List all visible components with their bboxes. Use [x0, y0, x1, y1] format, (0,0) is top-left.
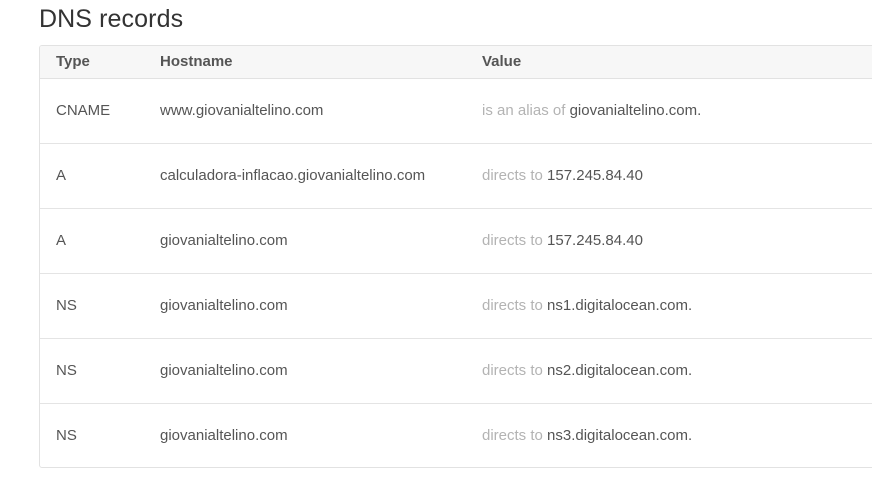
section-title: DNS records [39, 5, 184, 33]
record-value-prefix: directs to [482, 362, 543, 379]
record-value-target: giovanialtelino.com. [569, 102, 702, 119]
record-type: CNAME [56, 102, 111, 119]
dns-records-page: DNS records Type Hostname Value CNAME ww… [0, 0, 872, 491]
record-value-prefix: is an alias of [482, 102, 566, 119]
record-type: NS [56, 362, 77, 379]
record-hostname: giovanialtelino.com [160, 362, 288, 379]
record-hostname: giovanialtelino.com [160, 297, 288, 314]
record-value: directs to ns1.digitalocean.com. [482, 274, 692, 337]
record-value-target: ns3.digitalocean.com. [547, 427, 693, 444]
record-value: directs to ns3.digitalocean.com. [482, 404, 692, 467]
record-value-target: 157.245.84.40 [547, 167, 643, 184]
record-value-target: ns2.digitalocean.com. [547, 362, 693, 379]
record-value-target: 157.245.84.40 [547, 232, 643, 249]
record-hostname: www.giovanialtelino.com [160, 102, 324, 119]
table-row: A calculadora-inflacao.giovanialtelino.c… [40, 144, 872, 209]
record-hostname: giovanialtelino.com [160, 427, 288, 444]
record-value: directs to 157.245.84.40 [482, 209, 643, 272]
record-value-prefix: directs to [482, 297, 543, 314]
record-value: is an alias of giovanialtelino.com. [482, 79, 701, 142]
record-type: NS [56, 297, 77, 314]
record-value-prefix: directs to [482, 427, 543, 444]
record-type: A [56, 232, 67, 249]
table-row: NS giovanialtelino.com directs to ns2.di… [40, 339, 872, 404]
record-hostname: giovanialtelino.com [160, 232, 288, 249]
table-row: NS giovanialtelino.com directs to ns1.di… [40, 274, 872, 339]
dns-records-table: Type Hostname Value CNAME www.giovanialt… [39, 45, 872, 468]
record-hostname: calculadora-inflacao.giovanialtelino.com [160, 167, 426, 184]
column-header-value: Value [482, 53, 522, 70]
record-value-prefix: directs to [482, 167, 543, 184]
column-header-type: Type [56, 53, 90, 70]
table-row: A giovanialtelino.com directs to 157.245… [40, 209, 872, 274]
table-header: Type Hostname Value [40, 46, 872, 79]
record-type: NS [56, 427, 77, 444]
record-type: A [56, 167, 67, 184]
record-value: directs to 157.245.84.40 [482, 144, 643, 207]
record-value-target: ns1.digitalocean.com. [547, 297, 693, 314]
record-value: directs to ns2.digitalocean.com. [482, 339, 692, 402]
column-header-hostname: Hostname [160, 53, 233, 70]
table-row: NS giovanialtelino.com directs to ns3.di… [40, 404, 872, 467]
table-row: CNAME www.giovanialtelino.com is an alia… [40, 79, 872, 144]
record-value-prefix: directs to [482, 232, 543, 249]
